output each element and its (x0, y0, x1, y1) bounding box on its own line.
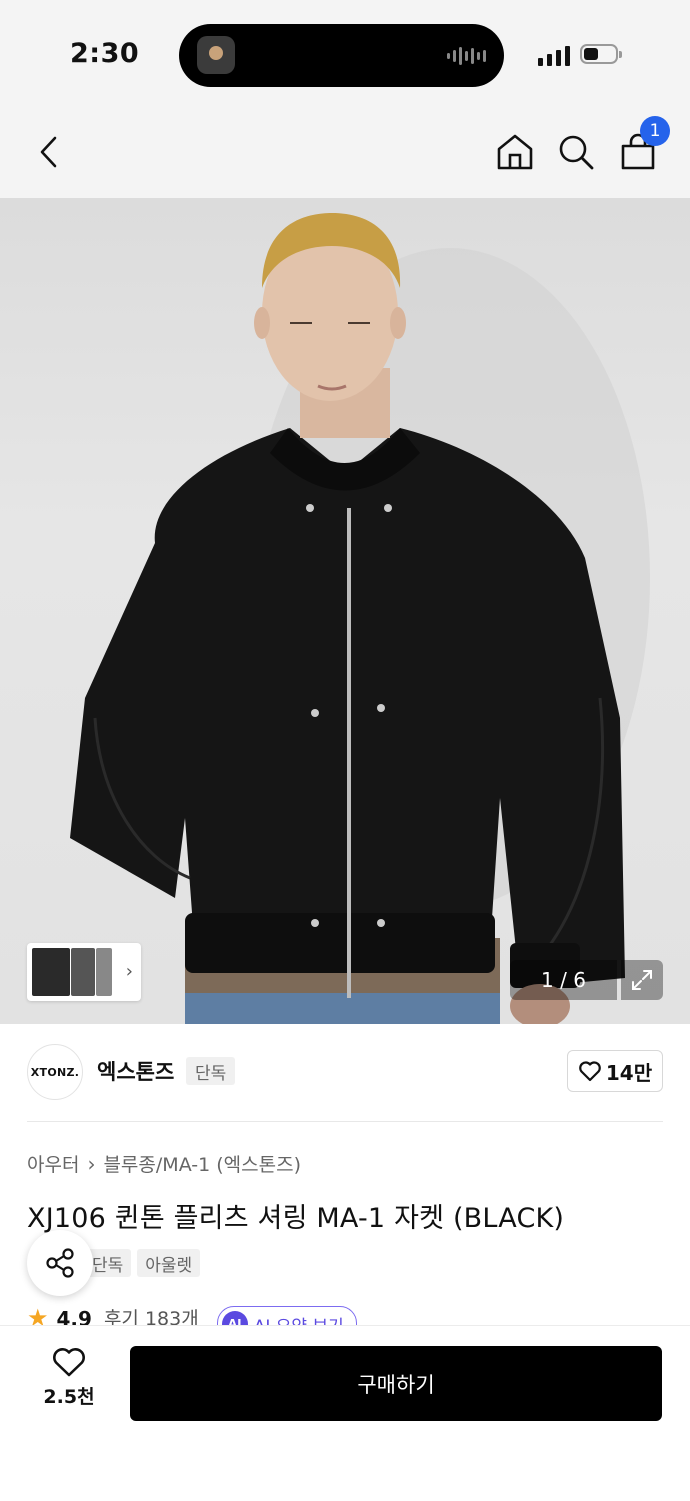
chevron-right-icon: › (125, 961, 133, 982)
product-image[interactable]: › 1 / 6 (0, 198, 690, 1024)
divider (27, 1121, 663, 1122)
search-icon (559, 135, 594, 170)
status-bar: 2:30 (0, 0, 690, 110)
model-jacket-photo (70, 213, 650, 1024)
review-count-link[interactable]: 후기 183개 (104, 1306, 199, 1326)
status-time: 2:30 (70, 38, 140, 69)
expand-icon (632, 970, 652, 990)
cart-count-badge: 1 (640, 116, 670, 146)
brand-like-count: 14만 (605, 1060, 653, 1085)
share-icon (46, 1248, 74, 1278)
expand-button[interactable] (621, 960, 663, 1000)
breadcrumb-item[interactable]: 블루종/MA-1 (엑스톤즈) (103, 1150, 301, 1177)
home-icon (497, 134, 533, 170)
rating-row: ★ 4.9 후기 183개 AI AI 요약 보기 (27, 1306, 427, 1326)
wishlist-count: 2.5천 (43, 1386, 95, 1408)
gallery-page-indicator: 1 / 6 (510, 960, 617, 1000)
thumbnail-strip[interactable]: › (27, 943, 141, 1001)
rating-value: 4.9 (56, 1307, 92, 1326)
ai-icon: AI (221, 1311, 248, 1326)
chevron-left-icon (40, 136, 57, 168)
chevron-right-icon: › (87, 1151, 96, 1176)
dynamic-island (179, 24, 504, 87)
ai-summary-label: AI 요약 보기 (254, 1312, 344, 1327)
battery-icon (580, 44, 622, 64)
bottom-purchase-bar: 2.5천 구매하기 (0, 1325, 690, 1501)
thumbnail-2[interactable] (71, 948, 95, 996)
exclusive-tag: 단독 (186, 1057, 236, 1085)
tag-outlet: 아울렛 (137, 1249, 201, 1277)
product-title: XJ106 퀸톤 플리츠 셔링 MA-1 자켓 (BLACK) (27, 1203, 565, 1234)
cellular-signal-icon (538, 44, 570, 66)
home-button[interactable] (491, 128, 539, 176)
ai-summary-button[interactable]: AI AI 요약 보기 (216, 1306, 357, 1327)
product-tags: 단독 아울렛 (84, 1249, 201, 1277)
top-nav-bar: 1 (0, 110, 690, 198)
search-button[interactable] (552, 128, 600, 176)
brand-like-button[interactable]: 14만 (567, 1050, 663, 1092)
now-playing-artwork (197, 36, 235, 74)
share-button[interactable] (27, 1230, 93, 1296)
heart-icon (579, 1061, 601, 1082)
audio-wave-icon (447, 46, 486, 66)
thumbnail-1[interactable] (32, 948, 70, 996)
thumbnail-3[interactable] (96, 948, 112, 996)
heart-icon (53, 1348, 85, 1377)
brand-name[interactable]: 엑스톤즈 (97, 1056, 174, 1086)
cart-button[interactable]: 1 (614, 116, 670, 176)
breadcrumb: 아우터 › 블루종/MA-1 (엑스톤즈) (27, 1150, 301, 1177)
buy-button[interactable]: 구매하기 (130, 1346, 662, 1421)
breadcrumb-item[interactable]: 아우터 (27, 1150, 79, 1177)
wishlist-button[interactable]: 2.5천 (34, 1346, 104, 1416)
brand-logo[interactable]: XTONZ. (27, 1044, 83, 1100)
back-button[interactable] (25, 128, 73, 176)
star-icon: ★ (27, 1306, 49, 1326)
